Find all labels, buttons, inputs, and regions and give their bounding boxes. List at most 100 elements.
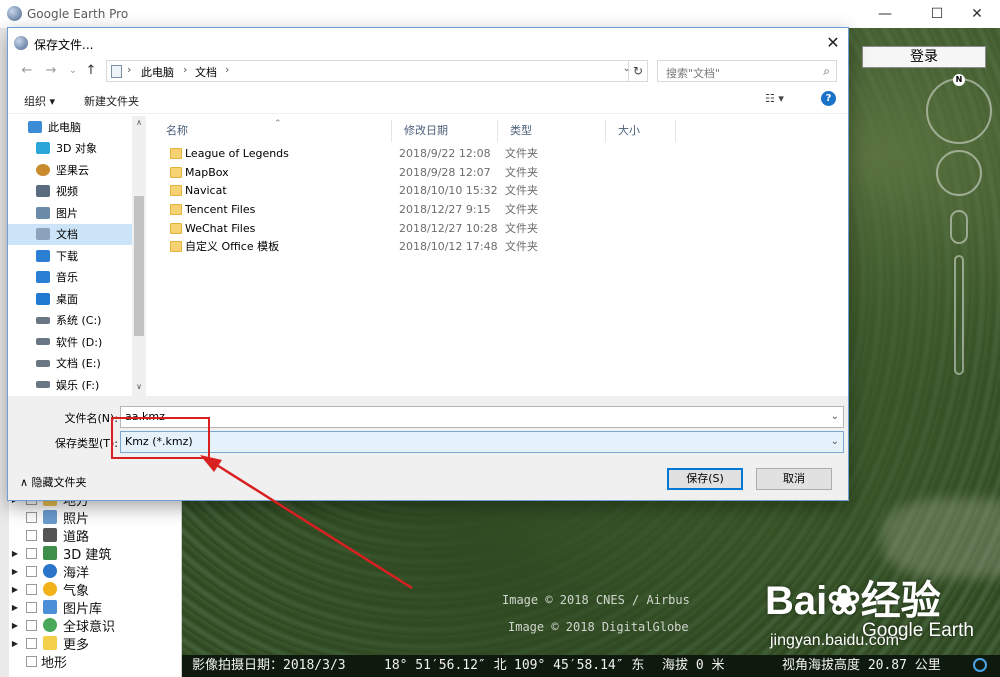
organize-menu[interactable]: 组织 ▾ [24, 93, 55, 109]
login-button[interactable]: 登录 [862, 46, 986, 68]
tree-item-drive-c[interactable]: 系统 (C:) [8, 310, 146, 332]
breadcrumb-documents[interactable]: 文档 [195, 64, 217, 80]
look-around-ring[interactable] [926, 78, 992, 144]
layer-3d-buildings[interactable]: ▶ 3D 建筑 [10, 544, 180, 563]
app-title: Google Earth Pro [27, 7, 129, 21]
tree-item-label: 音乐 [56, 271, 78, 285]
cancel-button[interactable]: 取消 [756, 468, 832, 490]
layer-checkbox[interactable] [26, 583, 37, 595]
chevron-down-icon[interactable]: ⌄ [831, 432, 839, 452]
layer-checkbox[interactable] [26, 529, 37, 541]
help-icon[interactable]: ? [821, 91, 836, 106]
up-button[interactable]: ↑ [82, 61, 100, 81]
search-placeholder: 搜索"文档" [666, 67, 721, 80]
layer-checkbox[interactable] [26, 511, 37, 523]
street-view-pegman-icon[interactable] [950, 210, 968, 244]
expand-arrow-icon[interactable]: ▶ [10, 603, 20, 612]
layer-checkbox[interactable] [26, 637, 37, 649]
folder-icon [170, 167, 182, 178]
folder-icon [170, 241, 182, 252]
file-row[interactable]: MapBox 2018/9/28 12:07 文件夹 [154, 163, 848, 182]
downloads-icon [36, 249, 50, 262]
layer-weather[interactable]: ▶ 气象 [10, 580, 180, 599]
folder-icon [170, 223, 182, 234]
recent-locations-button[interactable]: ⌄ [64, 61, 82, 81]
hide-folders-toggle[interactable]: ∧ 隐藏文件夹 [20, 474, 87, 490]
tree-scrollbar[interactable]: ∧ ∨ [132, 116, 146, 396]
layer-checkbox[interactable] [26, 565, 37, 577]
layer-checkbox[interactable] [26, 619, 37, 631]
tree-item-3d-objects[interactable]: 3D 对象 [8, 138, 146, 160]
tree-item-videos[interactable]: 视频 [8, 181, 146, 203]
compass-north-icon[interactable]: N [953, 74, 965, 86]
column-header-modified[interactable]: 修改日期 [392, 120, 498, 142]
filename-field[interactable]: aa.kmz ⌄ [120, 406, 844, 428]
annotation-highlight-box [111, 417, 210, 459]
tree-item-label: 桌面 [56, 292, 78, 306]
expand-arrow-icon[interactable]: ▶ [10, 567, 20, 576]
tree-item-documents[interactable]: 文档 [8, 223, 146, 245]
expand-arrow-icon[interactable]: ▶ [10, 621, 20, 630]
layer-checkbox[interactable] [26, 547, 37, 559]
back-button[interactable]: ← [18, 61, 36, 81]
layer-global-awareness[interactable]: ▶ 全球意识 [10, 616, 180, 635]
tree-item-nutstore[interactable]: 坚果云 [8, 159, 146, 181]
save-button[interactable]: 保存(S) [667, 468, 743, 490]
layer-ocean[interactable]: ▶ 海洋 [10, 562, 180, 581]
layer-roads[interactable]: 道路 [10, 526, 180, 545]
tree-item-desktop[interactable]: 桌面 [8, 288, 146, 310]
address-bar[interactable]: › 此电脑 › 文档 › ⌄ [106, 60, 636, 82]
zoom-slider[interactable] [954, 255, 964, 375]
tree-item-label: 下载 [56, 249, 78, 263]
file-row[interactable]: WeChat Files 2018/12/27 10:28 文件夹 [154, 219, 848, 238]
pan-control[interactable] [936, 150, 982, 196]
column-header-size[interactable]: 大小 [606, 120, 676, 142]
dialog-close-button[interactable]: ✕ [820, 32, 846, 54]
tree-item-drive-e[interactable]: 文档 (E:) [8, 353, 146, 375]
filetype-select[interactable]: Kmz (*.kmz) ⌄ [120, 431, 844, 453]
close-button[interactable]: ✕ [954, 0, 1000, 28]
gallery-icon [43, 600, 57, 614]
layer-checkbox[interactable] [26, 601, 37, 613]
forward-button[interactable]: → [42, 61, 60, 81]
layer-gallery[interactable]: ▶ 图片库 [10, 598, 180, 617]
tree-item-pictures[interactable]: 图片 [8, 202, 146, 224]
file-name: Tencent Files [185, 203, 256, 216]
scrollbar-thumb[interactable] [134, 196, 144, 336]
layer-checkbox[interactable] [26, 655, 37, 667]
column-header-type[interactable]: 类型 [498, 120, 606, 142]
global-awareness-icon [43, 618, 57, 632]
drive-icon [36, 381, 50, 389]
file-row[interactable]: League of Legends 2018/9/22 12:08 文件夹 [154, 144, 848, 163]
tree-item-this-pc[interactable]: 此电脑 [8, 116, 146, 138]
expand-arrow-icon[interactable]: ▶ [10, 549, 20, 558]
breadcrumb-this-pc[interactable]: 此电脑 [141, 64, 174, 80]
chevron-down-icon[interactable]: ⌄ [831, 407, 839, 427]
documents-icon [36, 228, 50, 241]
scroll-down-icon[interactable]: ∨ [132, 382, 146, 391]
file-date: 2018/12/27 9:15 [399, 203, 491, 216]
minimize-button[interactable]: — [862, 0, 908, 28]
search-input[interactable]: 搜索"文档" ⌕ [657, 60, 837, 82]
file-row[interactable]: Tencent Files 2018/12/27 9:15 文件夹 [154, 200, 848, 219]
file-row[interactable]: 自定义 Office 模板 2018/10/12 17:48 文件夹 [154, 237, 848, 256]
search-icon: ⌕ [823, 64, 830, 78]
file-row[interactable]: Navicat 2018/10/10 15:32 文件夹 [154, 181, 848, 200]
refresh-button[interactable]: ↻ [628, 60, 648, 82]
layer-more[interactable]: ▶ 更多 [10, 634, 180, 653]
file-type: 文件夹 [505, 240, 538, 253]
tree-item-drive-f[interactable]: 娱乐 (F:) [8, 374, 146, 396]
tree-item-drive-d[interactable]: 软件 (D:) [8, 331, 146, 353]
tree-item-downloads[interactable]: 下载 [8, 245, 146, 267]
layer-label: 全球意识 [63, 619, 116, 635]
layer-photos[interactable]: 照片 [10, 508, 180, 527]
expand-arrow-icon[interactable]: ▶ [10, 639, 20, 648]
layer-terrain[interactable]: 地形 [10, 652, 180, 671]
new-folder-button[interactable]: 新建文件夹 [84, 93, 139, 109]
scroll-up-icon[interactable]: ∧ [132, 118, 146, 127]
tree-item-music[interactable]: 音乐 [8, 267, 146, 289]
expand-arrow-icon[interactable]: ▶ [10, 585, 20, 594]
change-view-button[interactable]: ☷ ▾ [765, 92, 784, 105]
column-header-name[interactable]: ⌃ 名称 [154, 119, 392, 142]
folder-icon [170, 148, 182, 159]
